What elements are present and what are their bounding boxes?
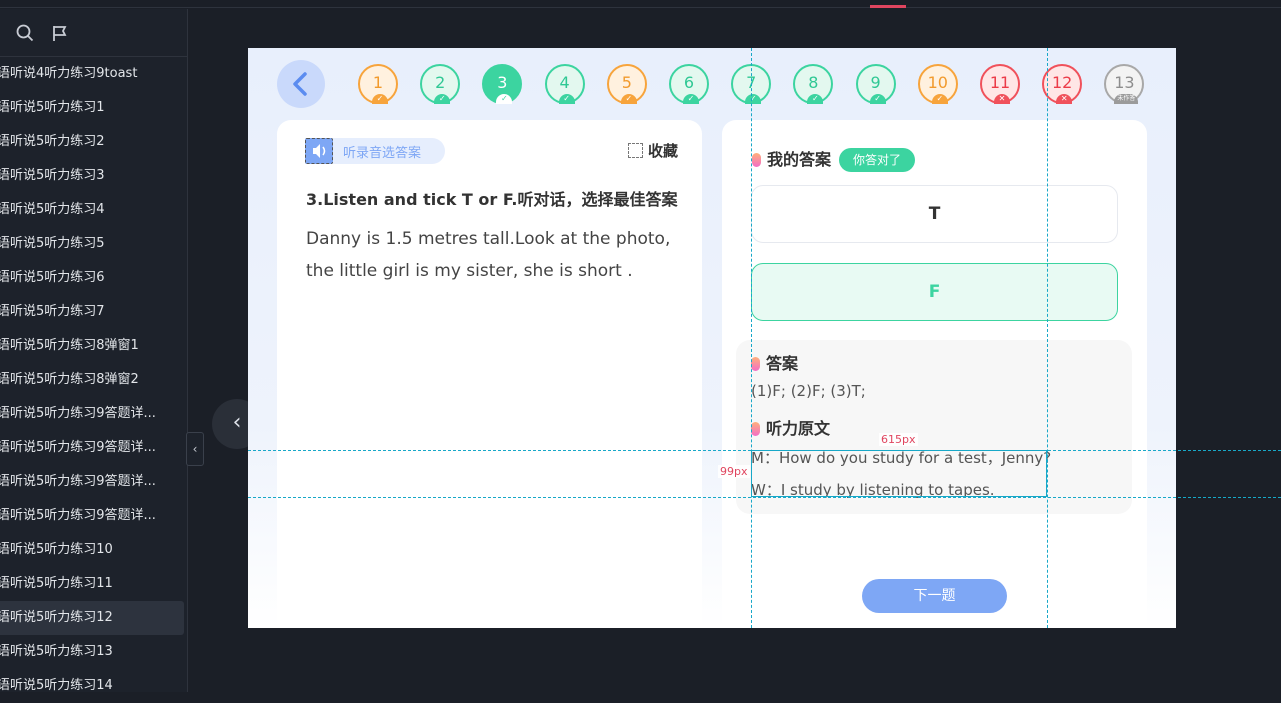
favorite-button[interactable]: 收藏: [627, 140, 678, 161]
question-number-label: 1: [372, 73, 384, 92]
guide-line-horizontal: [248, 497, 1281, 498]
page-list-item[interactable]: 语听说5听力练习2: [0, 125, 184, 159]
guide-line-vertical: [1047, 48, 1048, 628]
page-list-item[interactable]: 语听说5听力练习7: [0, 295, 184, 329]
flag-icon[interactable]: [50, 23, 70, 43]
check-icon: ✓: [745, 94, 762, 104]
question-number-4[interactable]: 4 ✓: [544, 64, 585, 104]
question-number-13[interactable]: 13 未作答: [1104, 64, 1145, 104]
bullet-icon: [752, 153, 761, 167]
question-number-5[interactable]: 5 ✓: [606, 64, 647, 104]
bullet-icon: [751, 422, 760, 436]
unanswered-tag: 未作答: [1114, 94, 1139, 104]
width-measure-label: 615px: [879, 433, 918, 446]
check-icon: ✓: [372, 94, 388, 104]
collapse-sidebar-button[interactable]: ‹: [186, 432, 204, 466]
top-bar: [0, 0, 1281, 8]
design-canvas: 1 ✓ 2 ✓ 3 ✓ 4 ✓ 5 ✓ 6 ✓ 7 ✓ 8 ✓ 9 ✓ 10 ✓ 11 ✕ 12 ✕ 13 未作答 听录音选答案 …: [248, 48, 1176, 628]
star-icon: [627, 143, 643, 158]
option-f[interactable]: F: [751, 263, 1118, 321]
question-number-label: 6: [683, 73, 695, 92]
transcript-heading: 听力原文: [751, 415, 830, 439]
check-icon: ✓: [869, 94, 886, 104]
question-number-11[interactable]: 11 ✕: [980, 64, 1020, 104]
question-number-label: 13: [1114, 73, 1135, 92]
question-card: 听录音选答案 收藏 3.Listen and tick T or F.听对话，选…: [277, 120, 702, 628]
question-number-label: 9: [870, 73, 881, 92]
search-icon[interactable]: [15, 23, 35, 43]
page-list-item[interactable]: 语听说5听力练习14: [0, 669, 184, 703]
check-icon: ✓: [434, 94, 451, 104]
question-number-8[interactable]: 8 ✓: [793, 64, 834, 104]
question-number-label: 10: [927, 73, 948, 92]
speaker-icon: [305, 138, 333, 164]
sidebar-toolbar: [0, 9, 187, 57]
question-number-label: 2: [435, 73, 446, 92]
favorite-label: 收藏: [647, 142, 678, 160]
page-list-item[interactable]: 语听说5听力练习8弹窗1: [0, 329, 184, 363]
page-list-item[interactable]: 语听说5听力练习9答题详...: [0, 397, 184, 431]
answer-card: 我的答案 你答对了 T F 答案 (1)F; (2)F; (3)T; 听力原文 M…: [722, 120, 1147, 628]
page-list-item[interactable]: 语听说5听力练习9答题详...: [0, 431, 184, 465]
page-list-item[interactable]: 语听说5听力练习13: [0, 635, 184, 669]
back-button[interactable]: [277, 60, 325, 108]
page-list-item[interactable]: 语听说5听力练习10: [0, 533, 184, 567]
question-number-label: 3: [497, 73, 508, 92]
wrong-icon: ✕: [1056, 94, 1073, 104]
check-icon: ✓: [620, 94, 637, 104]
question-number-2[interactable]: 2 ✓: [420, 64, 461, 104]
question-number-3[interactable]: 3 ✓: [482, 64, 523, 104]
answer-text: (1)F; (2)F; (3)T;: [751, 382, 866, 400]
question-number-label: 4: [559, 73, 570, 92]
guide-line-vertical: [751, 48, 752, 628]
question-body: Danny is 1.5 metres tall.Look at the pho…: [306, 229, 671, 281]
page-list-item[interactable]: 语听说5听力练习11: [0, 567, 184, 601]
height-measure-label: 99px: [718, 465, 750, 478]
question-number-6[interactable]: 6 ✓: [669, 64, 709, 104]
page-list-item[interactable]: 语听说4听力练习9toast: [0, 57, 184, 91]
check-icon: ✓: [807, 94, 824, 104]
page-list-item[interactable]: 语听说5听力练习5: [0, 227, 184, 261]
listen-button[interactable]: 听录音选答案: [305, 138, 445, 164]
bullet-icon: [751, 357, 760, 371]
measure-box: [751, 450, 1047, 497]
listen-label: 听录音选答案: [343, 146, 422, 161]
question-number-label: 11: [989, 73, 1011, 92]
question-number-9[interactable]: 9 ✓: [855, 64, 896, 104]
check-icon: ✓: [931, 94, 948, 104]
wrong-icon: ✕: [994, 94, 1010, 104]
result-badge: 你答对了: [839, 148, 916, 172]
question-number-label: 8: [808, 73, 819, 92]
page-list-item[interactable]: 语听说5听力练习9答题详...: [0, 499, 184, 533]
check-icon: ✓: [558, 94, 575, 104]
next-question-button[interactable]: 下一题: [862, 579, 1007, 613]
answer-heading-label: 答案: [766, 354, 799, 373]
page-list-item[interactable]: 语听说5听力练习12: [0, 601, 184, 635]
question-number-1[interactable]: 1 ✓: [358, 64, 398, 104]
answer-heading: 答案: [751, 350, 798, 374]
check-icon: ✓: [496, 94, 513, 104]
active-tab-indicator: [870, 5, 906, 8]
page-list-item[interactable]: 语听说5听力练习9答题详...: [0, 465, 184, 499]
transcript-heading-label: 听力原文: [766, 419, 831, 438]
chevron-left-icon: [293, 72, 307, 96]
page-list: 语听说4听力练习9toast 语听说5听力练习1 语听说5听力练习2 语听说5听力练习…: [0, 57, 187, 703]
page-list-item[interactable]: 语听说5听力练习4: [0, 193, 184, 227]
question-number-12[interactable]: 12 ✕: [1042, 64, 1083, 104]
question-number-label: 5: [621, 73, 632, 92]
question-number-10[interactable]: 10 ✓: [917, 64, 958, 104]
page-list-item[interactable]: 语听说5听力练习6: [0, 261, 184, 295]
my-answer-heading: 我的答案 你答对了: [752, 146, 916, 172]
check-icon: ✓: [683, 94, 699, 104]
question-title: 3.Listen and tick T or F.听对话，选择最佳答案: [306, 190, 678, 209]
option-t[interactable]: T: [751, 185, 1118, 243]
page-list-item[interactable]: 语听说5听力练习8弹窗2: [0, 363, 184, 397]
layer-sidebar: 语听说4听力练习9toast 语听说5听力练习1 语听说5听力练习2 语听说5听力练习…: [0, 9, 188, 693]
my-answer-label: 我的答案: [767, 150, 832, 169]
question-number-label: 12: [1052, 73, 1073, 92]
page-list-item[interactable]: 语听说5听力练习1: [0, 91, 184, 125]
page-list-item[interactable]: 语听说5听力练习3: [0, 159, 184, 193]
